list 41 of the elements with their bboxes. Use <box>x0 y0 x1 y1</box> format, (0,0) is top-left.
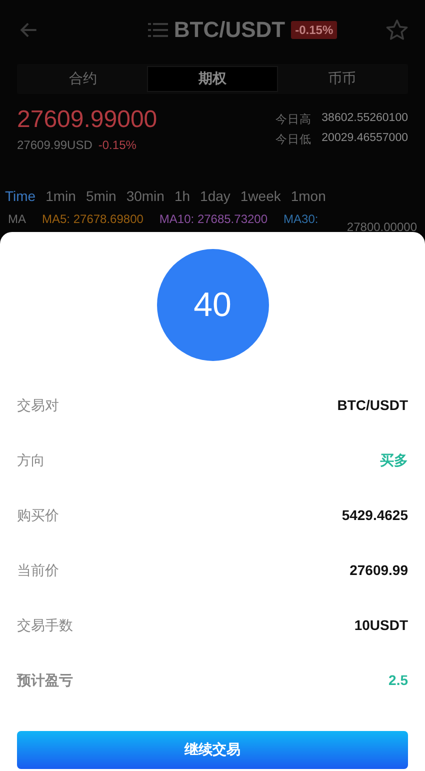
row-label: 交易手数 <box>17 617 73 635</box>
row-label: 交易对 <box>17 397 59 415</box>
market-tab[interactable]: 期权 <box>147 66 278 92</box>
timeframe-tab[interactable]: 30min <box>126 188 164 204</box>
last-price: 27609.99000 <box>17 106 158 134</box>
market-tab[interactable]: 币币 <box>278 66 406 92</box>
countdown-circle: 40 <box>156 249 268 361</box>
usd-price: 27609.99USD <box>17 138 92 152</box>
timeframe-tab[interactable]: 5min <box>86 188 116 204</box>
price-change: -0.15% <box>98 138 136 152</box>
row-value: 27609.99 <box>350 562 408 578</box>
change-badge: -0.15% <box>291 21 338 39</box>
stat-label: 今日高 <box>276 112 312 127</box>
stat-label: 今日低 <box>276 132 312 147</box>
row-label: 当前价 <box>17 562 59 580</box>
timeframe-tab[interactable]: 1day <box>200 188 230 204</box>
timeframe-tab[interactable]: 1week <box>240 188 281 204</box>
row-value: BTC/USDT <box>337 397 408 413</box>
row-label: 预计盈亏 <box>17 672 73 690</box>
pair-title: BTC/USDT <box>174 17 286 43</box>
row-label: 购买价 <box>17 507 59 525</box>
row-value: 10USDT <box>354 617 408 633</box>
row-value: 买多 <box>380 452 408 470</box>
continue-button[interactable]: 继续交易 <box>17 731 408 769</box>
market-tab[interactable]: 合约 <box>19 66 148 92</box>
star-icon[interactable] <box>385 18 409 42</box>
row-value: 5429.4625 <box>342 507 408 523</box>
timeframe-tab[interactable]: 1mon <box>290 188 326 204</box>
stat-value: 38602.55260100 <box>322 112 408 126</box>
timeframe-tab[interactable]: Time <box>5 188 36 204</box>
axis-label: 27800.00000 <box>346 220 417 234</box>
list-icon[interactable] <box>148 22 168 38</box>
timeframe-tab[interactable]: 1min <box>46 188 76 204</box>
row-label: 方向 <box>17 452 45 470</box>
ma-value: MA5: 27678.69800 <box>42 212 144 228</box>
ma-label: MA <box>8 212 26 228</box>
ma-value: MA30: <box>284 212 318 228</box>
row-value: 2.5 <box>388 672 408 688</box>
ma-value: MA10: 27685.73200 <box>159 212 268 228</box>
stat-value: 20029.46557000 <box>322 132 408 146</box>
timeframe-tab[interactable]: 1h <box>174 188 190 204</box>
